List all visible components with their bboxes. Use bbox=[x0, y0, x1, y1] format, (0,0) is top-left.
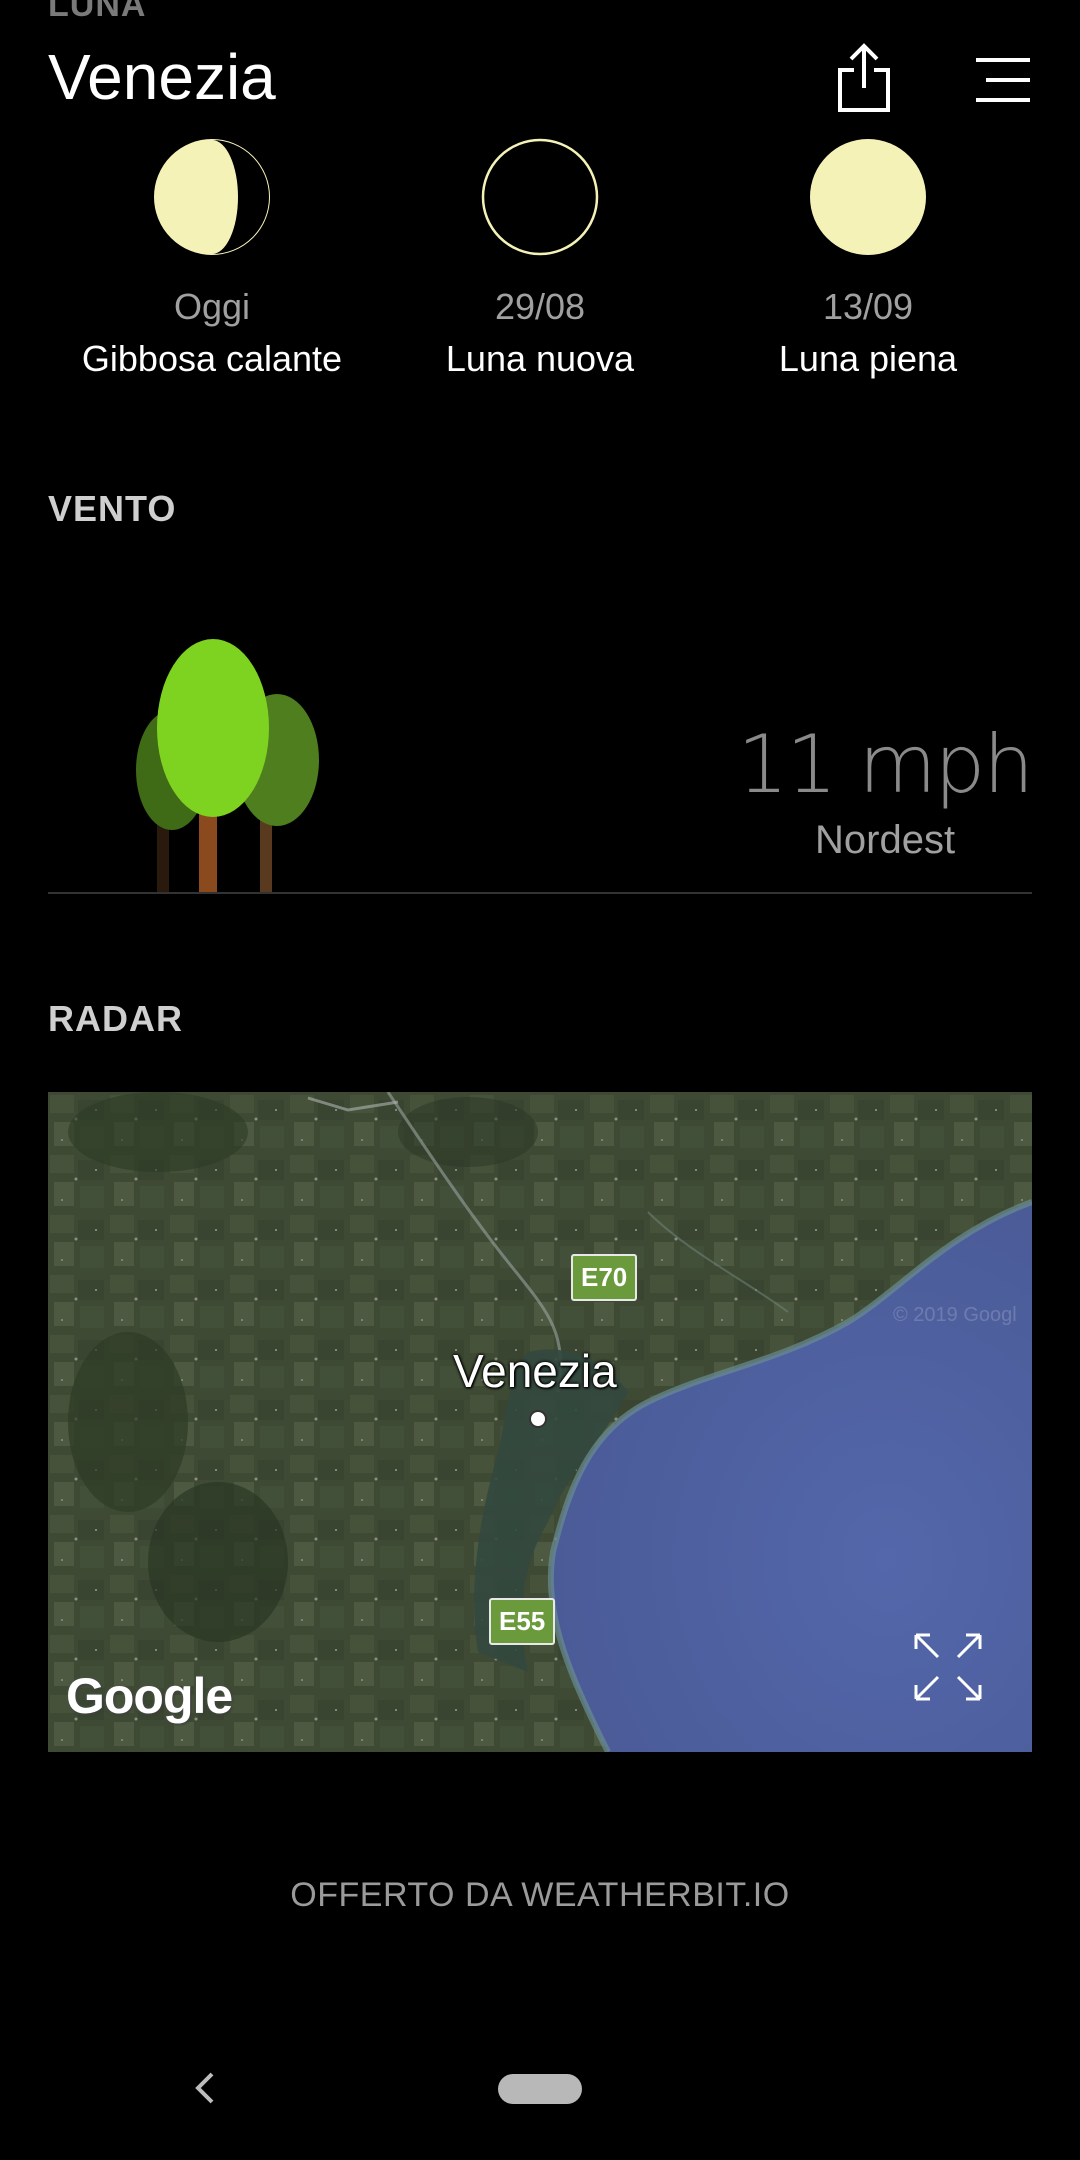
section-title-wind: VENTO bbox=[48, 488, 177, 529]
map-copyright: © 2019 Googl bbox=[893, 1304, 1017, 1326]
back-icon bbox=[195, 2072, 214, 2104]
moon-phase-name: Gibbosa calante bbox=[81, 338, 343, 379]
road-badge: E70 bbox=[571, 1254, 638, 1301]
moon-phase-name: Luna nuova bbox=[445, 338, 635, 379]
divider bbox=[48, 892, 1032, 894]
moon-phase-today: Oggi Gibbosa calante bbox=[62, 0, 362, 400]
moon-phase-new: 29/08 Luna nuova bbox=[390, 0, 690, 400]
radar-map[interactable]: © 2019 Googl Venezia E70 E55 Google bbox=[48, 1092, 1032, 1752]
satellite-map-image bbox=[48, 1092, 1032, 1752]
moon-date: Oggi bbox=[173, 286, 251, 327]
waning-gibbous-icon bbox=[154, 139, 270, 255]
new-moon-icon bbox=[481, 138, 599, 256]
trees-icon bbox=[136, 639, 319, 894]
map-city-label: Venezia bbox=[453, 1345, 617, 1397]
moon-date: 13/09 bbox=[822, 286, 914, 327]
road-badge: E55 bbox=[489, 1598, 556, 1645]
full-moon-icon bbox=[810, 139, 926, 255]
google-logo: Google bbox=[66, 1668, 233, 1724]
wind-speed: 11 mph bbox=[737, 718, 1034, 811]
wind-direction: Nordest bbox=[815, 818, 956, 862]
nav-back-button[interactable] bbox=[190, 2066, 220, 2110]
expand-icon bbox=[914, 1633, 982, 1701]
expand-map-button[interactable] bbox=[908, 1627, 988, 1707]
moon-phase-name: Luna piena bbox=[778, 338, 958, 379]
moon-date: 29/08 bbox=[494, 286, 586, 327]
section-title-radar: RADAR bbox=[48, 998, 183, 1039]
home-pill-icon[interactable] bbox=[498, 2074, 582, 2104]
data-credit: OFFERTO DA WEATHERBIT.IO bbox=[290, 1876, 790, 1914]
moon-phase-full: 13/09 Luna piena bbox=[718, 0, 1018, 400]
